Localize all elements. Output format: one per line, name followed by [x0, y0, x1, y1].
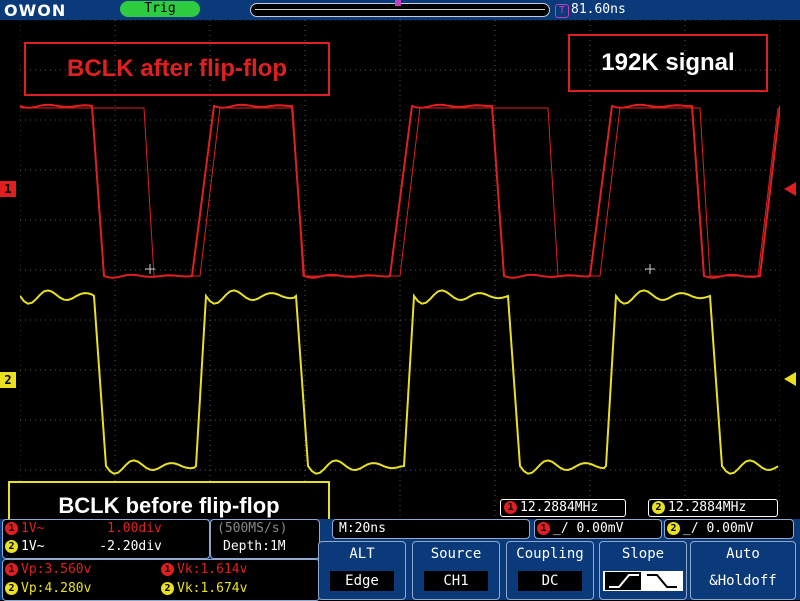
menu-slope[interactable]: Slope [599, 541, 687, 600]
ch1-badge-icon: 1 [504, 501, 517, 514]
sample-info-panel: (500MS/s) Depth:1M [210, 519, 320, 559]
rising-edge-icon: _/ [683, 521, 707, 536]
memory-depth: Depth:1M [223, 539, 286, 554]
ch1-frequency-value: 12.2884MHz [520, 500, 599, 515]
trigger1-readout: 1 _/ 0.00mV [537, 521, 623, 536]
menu-coupling[interactable]: Coupling DC [506, 541, 594, 600]
menu-auto-title: Auto [726, 546, 760, 562]
measurement-panel: 1 Vp:3.560v 1 Vk:1.614v 2 Vp:4.280v 2 Vk:1.6… [2, 559, 320, 601]
menu-coupling-value: DC [518, 571, 582, 591]
ch1-frequency: 1 12.2884MHz [500, 499, 626, 517]
ch1-badge-icon: 1 [5, 563, 18, 576]
ch2-vk: 2 Vk:1.674v [161, 581, 247, 596]
ch1-trigger-arrow-icon[interactable] [784, 182, 796, 196]
ch2-waveform [20, 289, 779, 475]
menu-alt[interactable]: ALT Edge [318, 541, 406, 600]
ch2-frequency: 2 12.2884MHz [648, 499, 778, 517]
sample-rate: (500MS/s) [217, 521, 288, 536]
time-position-marker-icon[interactable] [395, 0, 401, 6]
trigger-offset-icon: T [555, 4, 569, 18]
falling-edge-icon [647, 574, 677, 588]
time-position-line [255, 9, 545, 10]
ch2-badge-icon: 2 [161, 582, 174, 595]
ch1-badge-icon: 1 [5, 522, 18, 535]
ch1-waveform-persist [20, 107, 779, 277]
ch2-marker-icon[interactable]: 2 [0, 372, 16, 388]
menu-source-value: CH1 [424, 571, 488, 591]
ch1-vk: 1 Vk:1.614v [161, 562, 247, 577]
menu-slope-title: Slope [621, 546, 665, 562]
menu-slope-value [603, 571, 683, 591]
ch2-row: 2 1V~ -2.20div [5, 539, 162, 554]
ch2-frequency-value: 12.2884MHz [668, 500, 747, 515]
ch1-marker-icon[interactable]: 1 [0, 181, 16, 197]
brand-logo: OWON [4, 1, 67, 20]
ch1-scale: 1V~ 1.00div [21, 521, 162, 536]
menu-alt-title: ALT [349, 546, 375, 562]
ch2-badge-icon: 2 [5, 582, 18, 595]
ch1-vp: 1 Vp:3.560v [5, 562, 91, 577]
menu-alt-value: Edge [330, 571, 394, 591]
menu-source-title: Source [430, 546, 482, 562]
rising-edge-icon: _/ [553, 521, 577, 536]
ch2-scale: 1V~ -2.20div [21, 539, 162, 554]
ch2-badge-icon: 2 [5, 540, 18, 553]
ch1-badge-icon: 1 [537, 522, 550, 535]
menu-source[interactable]: Source CH1 [412, 541, 500, 600]
ch1-row: 1 1V~ 1.00div [5, 521, 162, 536]
ch2-trigger-arrow-icon[interactable] [784, 372, 796, 386]
ch2-badge-icon: 2 [667, 522, 680, 535]
annotation-rate: 192K signal [568, 34, 768, 92]
trigger2-panel[interactable]: 2 _/ 0.00mV [664, 519, 794, 539]
trigger-offset: T 81.60ns [555, 2, 626, 18]
channel-info-panel[interactable]: 1 1V~ 1.00div 2 1V~ -2.20div [2, 519, 210, 559]
top-bar: OWON Trig T 81.60ns [0, 0, 800, 20]
trigger-status[interactable]: Trig [120, 1, 200, 17]
menu-auto-value: &Holdoff [709, 573, 777, 589]
ch2-badge-icon: 2 [652, 501, 665, 514]
trigger2-readout: 2 _/ 0.00mV [667, 521, 753, 536]
annotation-after: BCLK after flip-flop [24, 42, 330, 96]
ch2-vp: 2 Vp:4.280v [5, 581, 91, 596]
ch1-badge-icon: 1 [161, 563, 174, 576]
menu-coupling-title: Coupling [516, 546, 584, 562]
timebase-panel[interactable]: M:20ns [332, 519, 530, 539]
trigger-offset-value: 81.60ns [571, 2, 626, 17]
timebase-value: M:20ns [339, 521, 386, 536]
trigger1-panel[interactable]: 1 _/ 0.00mV [534, 519, 662, 539]
menu-auto[interactable]: Auto &Holdoff [690, 541, 796, 600]
